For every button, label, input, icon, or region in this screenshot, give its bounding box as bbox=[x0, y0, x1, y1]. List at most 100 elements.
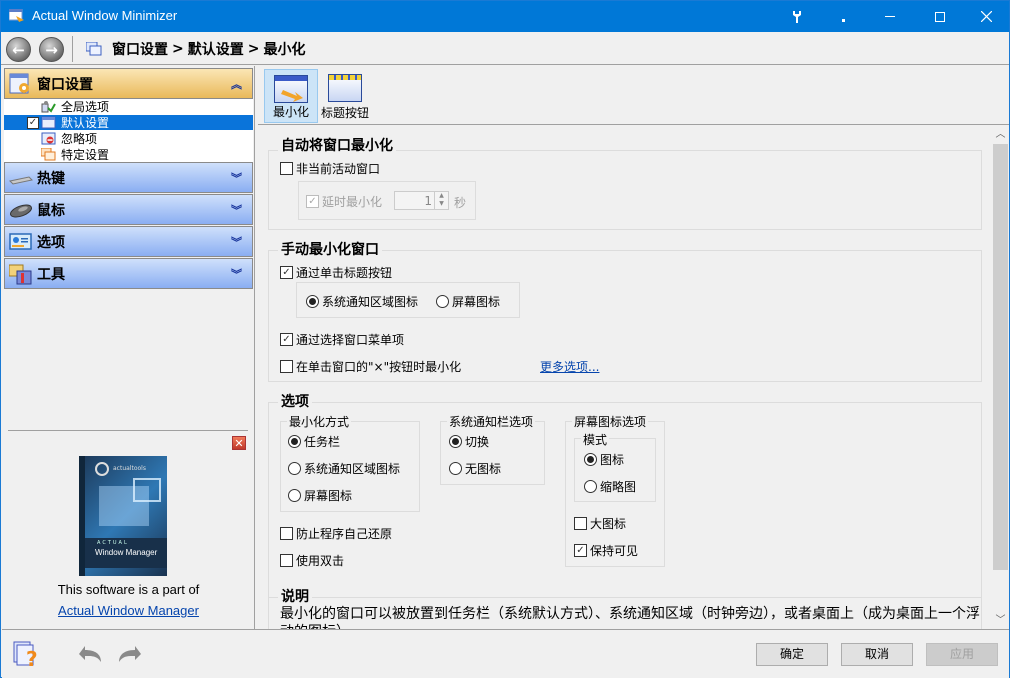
radio[interactable] bbox=[449, 462, 462, 475]
radio-toggle[interactable]: 切换 bbox=[449, 433, 489, 450]
sidebar-item-ignore-list[interactable]: 忽略项 bbox=[4, 131, 253, 146]
checkbox-keep-visible[interactable]: ✓ 保持可见 bbox=[574, 542, 638, 559]
pin-button[interactable] bbox=[774, 1, 820, 32]
tab-title-buttons[interactable]: 标题按钮 bbox=[320, 69, 370, 123]
promo-link[interactable]: Actual Window Manager bbox=[2, 603, 255, 618]
radio-screen-icon-method[interactable]: 屏幕图标 bbox=[288, 487, 352, 504]
section-title: 选项 bbox=[278, 391, 312, 411]
breadcrumb-item[interactable]: 窗口设置 bbox=[112, 39, 168, 59]
checkbox-inactive-window[interactable]: 非当前活动窗口 bbox=[280, 160, 380, 177]
checkbox-delay-minimize[interactable]: ✓ 延时最小化 bbox=[306, 193, 382, 210]
checkbox-label: 延时最小化 bbox=[322, 195, 383, 209]
checkbox-double-click[interactable]: 使用双击 bbox=[280, 552, 344, 569]
close-button[interactable] bbox=[963, 1, 1009, 32]
checkbox-window-menu[interactable]: ✓ 通过选择窗口菜单项 bbox=[280, 331, 404, 348]
radio-label: 系统通知区域图标 bbox=[304, 462, 401, 476]
delay-unit: 秒 bbox=[454, 196, 467, 210]
radio-label: 任务栏 bbox=[304, 435, 341, 449]
checkbox-prevent-restore[interactable]: 防止程序自己还原 bbox=[280, 525, 392, 542]
undo-button[interactable] bbox=[75, 640, 105, 668]
nav-separator bbox=[72, 36, 73, 62]
keyboard-icon bbox=[8, 167, 34, 189]
radio-thumbnail-mode[interactable]: 缩略图 bbox=[584, 478, 636, 495]
forward-button[interactable]: → bbox=[39, 37, 64, 62]
radio-taskbar[interactable]: 任务栏 bbox=[288, 433, 340, 450]
chevron-down-icon[interactable]: ︾ bbox=[231, 266, 242, 282]
radio[interactable] bbox=[288, 462, 301, 475]
checkbox-close-button-minimize[interactable]: 在单击窗口的"×"按钮时最小化 bbox=[280, 358, 461, 375]
sidebar-group-options[interactable]: 选项 ︾ bbox=[4, 226, 253, 257]
checkbox[interactable]: ✓ bbox=[280, 266, 293, 279]
chevron-down-icon[interactable]: ︾ bbox=[231, 202, 242, 218]
breadcrumb-item[interactable]: 默认设置 bbox=[188, 39, 244, 59]
box-line2: Window Manager bbox=[95, 548, 158, 557]
radio[interactable] bbox=[288, 435, 301, 448]
maximize-button[interactable] bbox=[917, 1, 963, 32]
chevron-down-icon[interactable]: ︾ bbox=[231, 170, 242, 186]
radio[interactable] bbox=[584, 480, 597, 493]
radio[interactable] bbox=[306, 295, 319, 308]
spin-down-icon[interactable]: ▼ bbox=[435, 200, 448, 208]
more-options-link[interactable]: 更多选项... bbox=[540, 358, 599, 375]
scroll-down-icon[interactable]: ﹀ bbox=[992, 612, 1009, 629]
checkbox-title-button[interactable]: ✓ 通过单击标题按钮 bbox=[280, 264, 392, 281]
wrench-icon bbox=[793, 10, 801, 23]
radio[interactable] bbox=[449, 435, 462, 448]
delay-stepper[interactable]: 1 ▲ ▼ bbox=[394, 191, 449, 210]
radio-icon-mode[interactable]: 图标 bbox=[584, 451, 624, 468]
radio[interactable] bbox=[584, 453, 597, 466]
sidebar-group-window-settings[interactable]: 窗口设置 ︽ bbox=[4, 68, 253, 99]
radio-tray-area-icon[interactable]: 系统通知区域图标 bbox=[288, 460, 400, 477]
apply-button[interactable]: 应用 bbox=[926, 643, 998, 666]
mouse-icon bbox=[9, 199, 33, 221]
radio[interactable] bbox=[436, 295, 449, 308]
sidebar-group-label: 热键 bbox=[37, 170, 65, 187]
product-box-image: actualtools ACTUAL Window Manager bbox=[79, 456, 167, 576]
redo-button[interactable] bbox=[115, 640, 145, 668]
checkbox-large-icons[interactable]: 大图标 bbox=[574, 515, 626, 532]
checkbox[interactable]: ✓ bbox=[280, 333, 293, 346]
sidebar-group-tools[interactable]: 工具 ︾ bbox=[4, 258, 253, 289]
radio-tray-icon[interactable]: 系统通知区域图标 bbox=[306, 293, 418, 310]
tab-minimize[interactable]: 最小化 bbox=[264, 69, 318, 123]
window-title: Actual Window Minimizer bbox=[32, 8, 178, 23]
scroll-up-icon[interactable]: ︿ bbox=[992, 126, 1009, 143]
vertical-scrollbar[interactable]: ︿ ﹀ bbox=[992, 126, 1009, 629]
breadcrumb-current: 最小化 bbox=[263, 42, 306, 58]
promo-close-button[interactable]: ✕ bbox=[232, 436, 246, 450]
title-buttons-icon bbox=[328, 74, 362, 102]
chevron-up-icon[interactable]: ︽ bbox=[231, 76, 242, 92]
checkbox[interactable]: ✓ bbox=[27, 116, 39, 129]
cancel-button[interactable]: 取消 bbox=[841, 643, 913, 666]
radio-label: 屏幕图标 bbox=[452, 295, 501, 309]
windows-stack-icon bbox=[40, 147, 56, 161]
section-title: 手动最小化窗口 bbox=[278, 239, 382, 259]
sidebar-item-default-settings[interactable]: ✓ 默认设置 bbox=[4, 115, 253, 130]
chevron-down-icon[interactable]: ︾ bbox=[231, 234, 242, 250]
minimize-button[interactable] bbox=[867, 1, 913, 32]
help-button[interactable]: ? bbox=[12, 640, 42, 671]
checkbox[interactable] bbox=[280, 554, 293, 567]
radio[interactable] bbox=[288, 489, 301, 502]
checkbox[interactable] bbox=[280, 527, 293, 540]
radio-no-icon[interactable]: 无图标 bbox=[449, 460, 501, 477]
breadcrumb-separator: > bbox=[247, 41, 260, 57]
arrow-right-icon: → bbox=[45, 40, 58, 59]
checkbox[interactable] bbox=[280, 162, 293, 175]
scroll-thumb[interactable] bbox=[993, 144, 1008, 570]
checkbox[interactable]: ✓ bbox=[574, 544, 587, 557]
ok-button[interactable]: 确定 bbox=[756, 643, 828, 666]
back-button[interactable]: ← bbox=[6, 37, 31, 62]
radio-label: 图标 bbox=[600, 453, 625, 467]
sidebar-group-mouse[interactable]: 鼠标 ︾ bbox=[4, 194, 253, 225]
checkbox[interactable]: ✓ bbox=[306, 195, 319, 208]
checkbox[interactable] bbox=[574, 517, 587, 530]
checkbox[interactable] bbox=[280, 360, 293, 373]
sidebar-group-hotkeys[interactable]: 热键 ︾ bbox=[4, 162, 253, 193]
group-title: 屏幕图标选项 bbox=[572, 413, 649, 430]
spin-up-icon[interactable]: ▲ bbox=[435, 192, 448, 200]
minimize-to-tray-button[interactable] bbox=[820, 1, 866, 32]
sidebar-item-specific-settings[interactable]: 特定设置 bbox=[4, 147, 253, 162]
sidebar-item-global-options[interactable]: 全局选项 bbox=[4, 99, 253, 114]
radio-screen-icon[interactable]: 屏幕图标 bbox=[436, 293, 500, 310]
